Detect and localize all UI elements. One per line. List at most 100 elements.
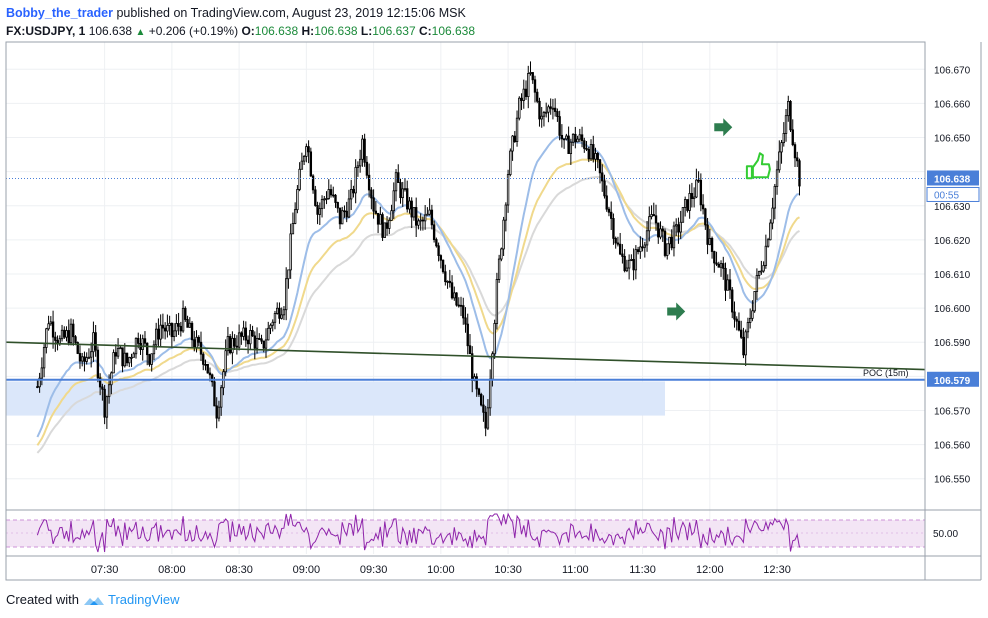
candle-body (273, 313, 277, 323)
candle-body (618, 243, 622, 255)
candle-body (345, 210, 348, 218)
countdown-label: 00:55 (934, 190, 959, 201)
candle-body (520, 97, 523, 101)
time-tick-label: 09:30 (360, 564, 388, 576)
candle-body (603, 180, 606, 197)
candle-body (341, 210, 344, 225)
candle-body (500, 248, 503, 260)
candle-body (462, 305, 465, 319)
candle-body (69, 323, 73, 344)
candle-body (146, 342, 149, 356)
candle-body (392, 190, 395, 212)
candle-body (159, 324, 162, 340)
candle-body (123, 352, 126, 367)
candle-body (475, 376, 478, 390)
candle-body (87, 356, 91, 359)
candle-body (114, 352, 118, 357)
candle-body (334, 194, 337, 203)
candle-body (305, 146, 308, 157)
candle-body (558, 116, 561, 136)
candle-body (202, 353, 205, 365)
candle-body (415, 207, 418, 226)
candle-body (379, 214, 382, 225)
candle-body (338, 207, 342, 225)
candle-body (154, 328, 158, 346)
candle-body (713, 251, 716, 264)
candle-body (325, 198, 328, 200)
candle-body (661, 228, 664, 232)
candle-body (549, 106, 552, 109)
time-axis[interactable]: 07:30 08:00 08:30 09:00 09:30 10:00 10:30 11:00… (91, 564, 791, 576)
candle-body (477, 388, 481, 395)
chart-svg[interactable]: 50.00 106.670 106.660 106.650 106.630 106.62… (0, 0, 988, 618)
candle-body (105, 396, 109, 418)
candle-body (690, 193, 694, 199)
candle-body (722, 263, 725, 269)
candle-body (605, 195, 608, 210)
candle-body (276, 307, 279, 314)
poc-name-label: POC (15m) (863, 368, 909, 378)
candle-body (74, 336, 77, 343)
candle-body (439, 255, 443, 261)
candle-body (601, 172, 604, 182)
candle-body (166, 325, 169, 332)
candle-body (190, 322, 194, 341)
candle-body (459, 304, 463, 307)
time-tick-label: 10:30 (494, 564, 522, 576)
candle-body (168, 322, 171, 326)
candle-body (735, 318, 738, 322)
candle-body (448, 280, 451, 284)
candle-body (796, 157, 799, 162)
candle-body (267, 327, 270, 341)
candle-body (677, 224, 680, 233)
candle-body (681, 207, 685, 223)
candle-body (130, 356, 133, 359)
candle-body (455, 292, 458, 306)
candle-body (751, 310, 754, 319)
candle-body (390, 210, 393, 221)
candle-body (645, 230, 649, 246)
candle-body (746, 322, 750, 333)
candle-body (193, 339, 196, 349)
candle-body (683, 199, 687, 208)
candle-body (72, 323, 75, 338)
candle-body (260, 338, 263, 342)
candle-body (327, 189, 330, 199)
candle-body (67, 330, 70, 344)
candle-body (616, 242, 620, 245)
candle-body (372, 197, 375, 212)
time-tick-label: 09:00 (293, 564, 321, 576)
candle-body (771, 207, 774, 224)
candle-body (161, 324, 165, 329)
candle-body (374, 210, 378, 214)
candle-body (336, 202, 339, 209)
poc-price-label: 106.579 (934, 376, 971, 387)
candle-body (547, 106, 550, 113)
candle-body (246, 339, 250, 345)
candle-body (370, 189, 373, 199)
candle-body (49, 321, 53, 325)
candle-body (654, 215, 658, 224)
tradingview-brand-link[interactable]: TradingView (108, 592, 180, 607)
candle-body (148, 354, 151, 365)
candle-body (636, 249, 640, 253)
trendline (5, 341, 926, 371)
candle-body (587, 148, 590, 160)
candle-body (125, 352, 129, 364)
candle-body (556, 111, 559, 118)
candle-body (177, 323, 180, 327)
price-tick-label: 106.660 (934, 99, 971, 110)
candle-body (639, 246, 642, 253)
candle-body (769, 222, 772, 241)
candle-body (569, 141, 573, 154)
candle-body (383, 222, 386, 238)
candle-body (536, 91, 539, 102)
candle-body (376, 212, 380, 225)
candle-body (141, 338, 144, 350)
candle-body (300, 160, 304, 170)
candle-body (208, 372, 212, 376)
candle-body (179, 325, 183, 332)
candle-body (121, 347, 124, 367)
price-axis[interactable]: 106.670 106.660 106.650 106.630 106.620 106.6… (863, 65, 980, 486)
candle-body (137, 337, 140, 344)
